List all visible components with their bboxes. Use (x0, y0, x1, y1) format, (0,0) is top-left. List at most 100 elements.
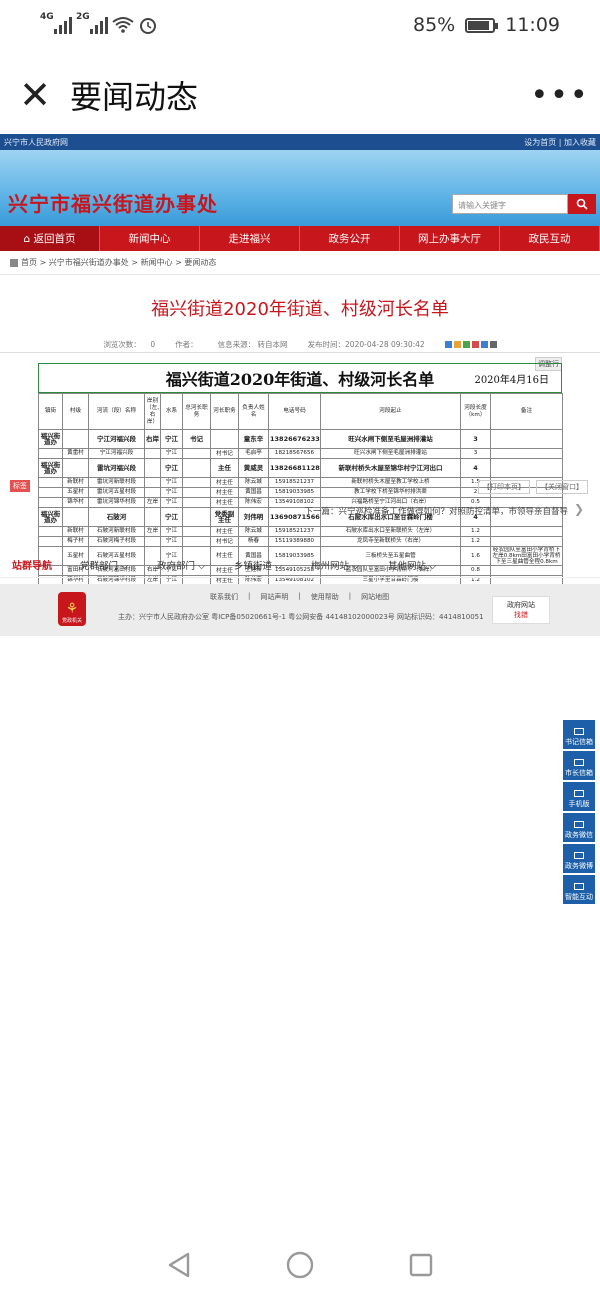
parent-site-link[interactable]: 兴宁市人民政府网 (4, 137, 68, 148)
share-icon[interactable] (453, 341, 461, 348)
site-group-nav: 站群导航 党群部门 ⌵ 政府部门 ⌵ 乡镇街道 ⌵ 梅州网站 ⌵ 其他网站 ⌵ (0, 552, 600, 578)
table-cell: 新联村桥头木屋至锦华村宁江河出口 (320, 458, 461, 478)
table-header-cell: 总河长职务 (182, 393, 211, 430)
table-cell (38, 477, 63, 488)
table-cell (182, 497, 211, 508)
site-group-item[interactable]: 梅州网站 ⌵ (311, 558, 388, 572)
table-header-cell: 负责人姓名 (238, 393, 269, 430)
table-cell: 左岸 (144, 526, 161, 537)
share-icon[interactable] (471, 341, 479, 348)
home-circle-icon[interactable] (285, 1250, 315, 1280)
nav-about[interactable]: 走进福兴 (200, 226, 300, 251)
party-gov-emblem-icon[interactable]: 党政机关 ⚘ (58, 592, 86, 626)
breadcrumb: 首页 > 兴宁市福兴街道办事处 > 新闻中心 > 要闻动态 (0, 251, 600, 275)
mail-icon (574, 759, 584, 766)
table-cell: 陈云城 (238, 477, 269, 488)
nav-home[interactable]: ⌂ 返回首页 (0, 226, 100, 251)
footer-info: 主办：兴宁市人民政府办公室 粤ICP备05020661号-1 粤公网安备 441… (118, 613, 484, 621)
share-icons[interactable] (444, 341, 497, 348)
table-cell (144, 477, 161, 488)
set-homepage-links[interactable]: 设为首页 | 加入收藏 (524, 137, 596, 148)
nav-label: 返回首页 (33, 233, 76, 245)
recents-square-icon[interactable] (408, 1252, 434, 1278)
table-cell: 新联村桥头木屋至教工学校上桥 (320, 477, 461, 488)
table-cell (182, 536, 211, 547)
table-cell: 右岸 (144, 429, 161, 449)
table-cell (490, 526, 563, 537)
doc-date: 2020年4月16日 (474, 374, 549, 386)
table-cell (144, 536, 161, 547)
nav-gov-affairs[interactable]: 政务公开 (300, 226, 400, 251)
table-cell: 杨春 (238, 536, 269, 547)
float-mail-secretary[interactable]: 书记信箱 (563, 720, 595, 749)
table-cell: 3 (460, 429, 491, 449)
table-cell: 宁江 (160, 487, 183, 498)
table-cell: 雷坑河五星村段 (88, 487, 145, 498)
footer-link[interactable]: 网站声明 (260, 592, 288, 602)
signal-4g-icon: 4G (40, 12, 72, 34)
footer-link[interactable]: 网站地图 (361, 592, 389, 602)
table-header-cell: 岸别（左、右岸） (144, 393, 161, 430)
print-link[interactable]: 【打印本页】 (478, 480, 530, 494)
back-triangle-icon[interactable] (166, 1251, 192, 1279)
home-icon (10, 258, 18, 267)
table-cell (38, 536, 63, 547)
site-group-item[interactable]: 政府部门 ⌵ (157, 558, 234, 572)
wechat-icon (574, 821, 584, 828)
table-cell (182, 458, 211, 478)
table-cell: 3 (460, 448, 491, 459)
table-cell: 15819033985 (268, 487, 321, 498)
weibo-icon (574, 852, 584, 859)
table-cell: 13826676233 (268, 429, 321, 449)
search-button[interactable] (568, 194, 596, 214)
table-cell: 主任 (210, 458, 239, 478)
battery-icon (465, 17, 499, 33)
nav-interaction[interactable]: 政民互动 (500, 226, 600, 251)
footer-link[interactable]: 使用帮助 (311, 592, 339, 602)
nav-news[interactable]: 新闻中心 (100, 226, 200, 251)
network-type-label: 2G (76, 12, 90, 22)
share-icon[interactable] (444, 341, 452, 348)
float-mobile[interactable]: 手机版 (563, 782, 595, 811)
table-cell: 刘伟明 (238, 507, 269, 527)
report-error-badge[interactable]: 政府网站 找错 (492, 596, 550, 624)
site-group-item[interactable]: 党群部门 ⌵ (80, 558, 157, 572)
table-cell (182, 477, 211, 488)
table-cell (490, 448, 563, 459)
meta-source: 信息来源： 转自本网 (217, 340, 288, 349)
close-window-link[interactable]: 【关闭窗口】 (536, 480, 588, 494)
meta-date: 发布时间：2020-04-28 09:30:42 (307, 340, 425, 349)
close-icon[interactable]: ✕ (0, 56, 70, 134)
share-icon[interactable] (462, 341, 470, 348)
table-row: 福兴街道办 宁江河福兴段 右岸 宁江 书记 童东辛 13826676233 旺兴水闸下侧至毛屋… (38, 429, 563, 449)
float-weibo[interactable]: 政务微博 (563, 844, 595, 873)
float-mail-mayor[interactable]: 市长信箱 (563, 751, 595, 780)
share-icon[interactable] (489, 341, 497, 348)
table-cell (38, 497, 63, 508)
float-wechat[interactable]: 政务微信 (563, 813, 595, 842)
webview-content: 兴宁市人民政府网 设为首页 | 加入收藏 兴宁市福兴街道办事处 请输入关键字 ⌂… (0, 134, 600, 586)
share-icon[interactable] (480, 341, 488, 348)
nav-online-service[interactable]: 网上办事大厅 (400, 226, 500, 251)
breadcrumb-text[interactable]: 首页 > 兴宁市福兴街道办事处 > 新闻中心 > 要闻动态 (21, 257, 216, 268)
table-cell (182, 448, 211, 459)
search-input[interactable]: 请输入关键字 (452, 194, 568, 214)
next-article-link[interactable]: 下一篇：兴宁巡检准备工作做得如何？对照防控清单，市领导亲自督导 (304, 505, 568, 517)
site-group-label: 站群导航 (12, 561, 52, 572)
table-cell: 童东辛 (238, 429, 269, 449)
table-cell (144, 458, 161, 478)
table-cell (182, 487, 211, 498)
table-cell: 石陂河 (88, 507, 145, 527)
site-group-item[interactable]: 乡镇街道 ⌵ (234, 558, 311, 572)
table-cell: 陈云城 (238, 526, 269, 537)
footer-link[interactable]: 联系我们 (210, 592, 238, 602)
site-group-item[interactable]: 其他网站 ⌵ (388, 558, 465, 572)
chevron-right-icon[interactable]: ❯ (574, 502, 584, 516)
table-cell: 石陂水库出水口至新联桥头（左岸） (320, 526, 461, 537)
battery-percent: 85% (413, 14, 456, 36)
table-cell: 梅子村 (62, 536, 89, 547)
table-cell: 13826681128 (268, 458, 321, 478)
more-options-icon[interactable]: ••• (520, 78, 600, 113)
table-row: 福兴街道办 雷坑河福兴段 宁江 主任 黄威灵 13826681128 新联村桥头木屋至锦华村… (38, 458, 563, 478)
float-chatbot[interactable]: 智能互动 (563, 875, 595, 904)
